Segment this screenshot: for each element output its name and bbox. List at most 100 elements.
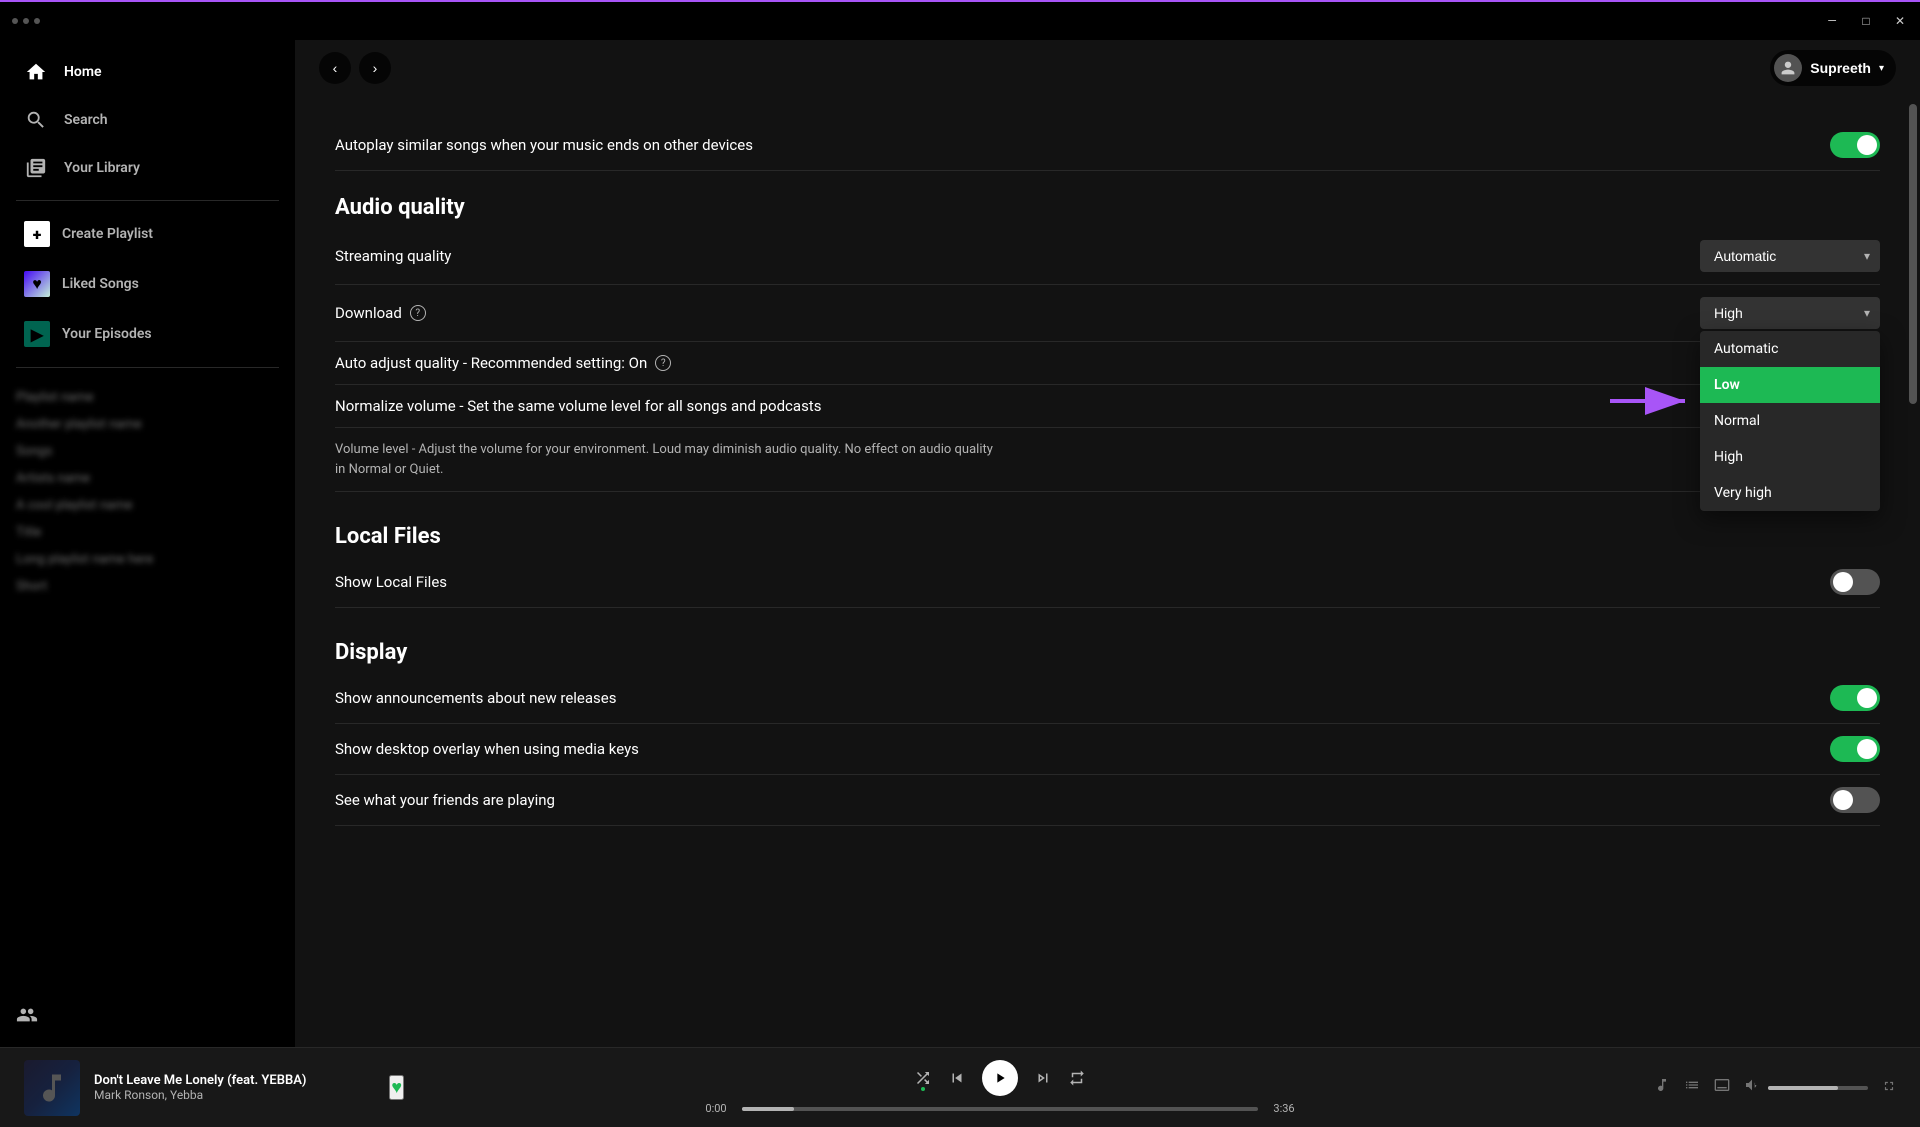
- close-button[interactable]: ✕: [1892, 13, 1908, 29]
- sidebar-divider-2: [16, 367, 279, 368]
- dropdown-option-high[interactable]: High: [1700, 439, 1880, 475]
- library-list: Playlist name Another playlist name Song…: [0, 376, 295, 996]
- previous-button[interactable]: [948, 1069, 966, 1087]
- sidebar-item-home-label: Home: [64, 64, 102, 80]
- show-announcements-toggle-thumb: [1857, 688, 1877, 708]
- download-dropdown-btn[interactable]: High ▾: [1700, 297, 1880, 329]
- list-item[interactable]: Artists name: [0, 465, 295, 492]
- progress-bar-container: 0:00 3:36: [700, 1102, 1300, 1115]
- streaming-quality-dropdown-btn[interactable]: Automatic ▾: [1700, 240, 1880, 272]
- sidebar-item-search[interactable]: Search: [8, 98, 287, 142]
- show-overlay-toggle-thumb: [1857, 739, 1877, 759]
- sidebar-item-library[interactable]: Your Library: [8, 146, 287, 190]
- sidebar-item-your-episodes[interactable]: ▶ Your Episodes: [8, 311, 287, 357]
- auto-adjust-row: Auto adjust quality - Recommended settin…: [335, 342, 1880, 385]
- track-artist: Mark Ronson, Yebba: [94, 1088, 375, 1102]
- show-announcements-toggle[interactable]: [1830, 685, 1880, 711]
- play-pause-button[interactable]: [982, 1060, 1018, 1096]
- liked-songs-icon: ♥: [24, 271, 50, 297]
- show-friends-row: See what your friends are playing: [335, 775, 1880, 826]
- list-item[interactable]: Short: [0, 573, 295, 600]
- player-center: 0:00 3:36: [404, 1060, 1596, 1115]
- streaming-quality-row: Streaming quality Automatic ▾: [335, 228, 1880, 285]
- streaming-quality-dropdown[interactable]: Automatic ▾: [1700, 240, 1880, 272]
- show-local-files-label: Show Local Files: [335, 573, 447, 591]
- local-files-section: Local Files Show Local Files: [335, 524, 1880, 608]
- normalize-volume-row: Normalize volume - Set the same volume l…: [335, 385, 1880, 428]
- app-body: Home Search Your Library + Create Playli…: [0, 40, 1920, 1047]
- progress-track[interactable]: [742, 1107, 1258, 1111]
- autoplay-label: Autoplay similar songs when your music e…: [335, 136, 753, 154]
- like-button[interactable]: ♥: [389, 1075, 404, 1100]
- volume-fill: [1768, 1086, 1838, 1090]
- volume-level-desc: Volume level - Adjust the volume for you…: [335, 440, 995, 479]
- user-avatar: [1774, 54, 1802, 82]
- lyrics-button[interactable]: [1654, 1077, 1670, 1098]
- player-left: Don't Leave Me Lonely (feat. YEBBA) Mark…: [24, 1060, 404, 1116]
- sidebar-item-home[interactable]: Home: [8, 50, 287, 94]
- volume-track[interactable]: [1768, 1086, 1868, 1090]
- list-item[interactable]: Another playlist name: [0, 411, 295, 438]
- streaming-quality-value: Automatic: [1714, 248, 1776, 264]
- next-button[interactable]: [1034, 1069, 1052, 1087]
- auto-adjust-label: Auto adjust quality - Recommended settin…: [335, 354, 671, 372]
- show-overlay-toggle[interactable]: [1830, 736, 1880, 762]
- connect-button[interactable]: [1714, 1077, 1730, 1098]
- scrollbar-thumb[interactable]: [1909, 104, 1917, 404]
- show-local-files-toggle[interactable]: [1830, 569, 1880, 595]
- sidebar-item-your-episodes-label: Your Episodes: [62, 326, 152, 342]
- list-item[interactable]: Long playlist name here: [0, 546, 295, 573]
- list-item[interactable]: A cool playlist name: [0, 492, 295, 519]
- sidebar: Home Search Your Library + Create Playli…: [0, 40, 295, 1047]
- player: Don't Leave Me Lonely (feat. YEBBA) Mark…: [0, 1047, 1920, 1127]
- auto-adjust-help-icon[interactable]: ?: [655, 355, 671, 371]
- dropdown-option-low[interactable]: Low: [1700, 367, 1880, 403]
- show-overlay-label: Show desktop overlay when using media ke…: [335, 740, 639, 758]
- user-menu-button[interactable]: Supreeth ▾: [1770, 50, 1896, 86]
- volume-bar-container: [1744, 1077, 1868, 1098]
- download-dropdown[interactable]: High ▾ Automatic Low Normal High Very hi…: [1700, 297, 1880, 329]
- sidebar-item-create-playlist[interactable]: + Create Playlist: [8, 211, 287, 257]
- show-announcements-label: Show announcements about new releases: [335, 689, 616, 707]
- download-help-icon[interactable]: ?: [410, 305, 426, 321]
- friend-activity-icon[interactable]: [16, 1007, 38, 1031]
- shuffle-button[interactable]: [914, 1069, 932, 1087]
- sidebar-item-liked-songs[interactable]: ♥ Liked Songs: [8, 261, 287, 307]
- volume-level-row: Volume level - Adjust the volume for you…: [335, 428, 1880, 492]
- back-button[interactable]: ‹: [319, 52, 351, 84]
- streaming-quality-chevron-icon: ▾: [1864, 249, 1870, 263]
- player-right: [1596, 1077, 1896, 1098]
- autoplay-toggle[interactable]: [1830, 132, 1880, 158]
- home-icon: [24, 60, 48, 84]
- show-friends-toggle[interactable]: [1830, 787, 1880, 813]
- album-art-image: [24, 1060, 80, 1116]
- scrollbar-track: [1906, 96, 1920, 1047]
- total-time: 3:36: [1268, 1102, 1300, 1115]
- user-name-label: Supreeth: [1810, 60, 1871, 76]
- show-local-files-toggle-thumb: [1833, 572, 1853, 592]
- title-bar-dot-2: [23, 18, 29, 24]
- sidebar-item-liked-songs-label: Liked Songs: [62, 276, 139, 292]
- top-nav: ‹ › Supreeth ▾: [295, 40, 1920, 96]
- list-item[interactable]: Songs: [0, 438, 295, 465]
- minimize-button[interactable]: —: [1824, 13, 1840, 29]
- title-bar-dots: [12, 18, 40, 24]
- user-chevron-icon: ▾: [1879, 63, 1884, 74]
- volume-icon-button[interactable]: [1744, 1077, 1760, 1098]
- dropdown-option-normal[interactable]: Normal: [1700, 403, 1880, 439]
- show-friends-label: See what your friends are playing: [335, 791, 555, 809]
- maximize-button[interactable]: □: [1858, 13, 1874, 29]
- dropdown-option-very-high[interactable]: Very high: [1700, 475, 1880, 511]
- forward-button[interactable]: ›: [359, 52, 391, 84]
- queue-button[interactable]: [1684, 1077, 1700, 1098]
- title-bar-dot-1: [12, 18, 18, 24]
- main-content: Autoplay similar songs when your music e…: [295, 96, 1920, 1047]
- list-item[interactable]: Playlist name: [0, 384, 295, 411]
- repeat-button[interactable]: [1068, 1069, 1086, 1087]
- show-announcements-row: Show announcements about new releases: [335, 673, 1880, 724]
- dropdown-option-automatic[interactable]: Automatic: [1700, 331, 1880, 367]
- toggle-thumb: [1857, 135, 1877, 155]
- list-item[interactable]: Title: [0, 519, 295, 546]
- expand-button[interactable]: [1882, 1079, 1896, 1096]
- sidebar-item-search-label: Search: [64, 112, 108, 128]
